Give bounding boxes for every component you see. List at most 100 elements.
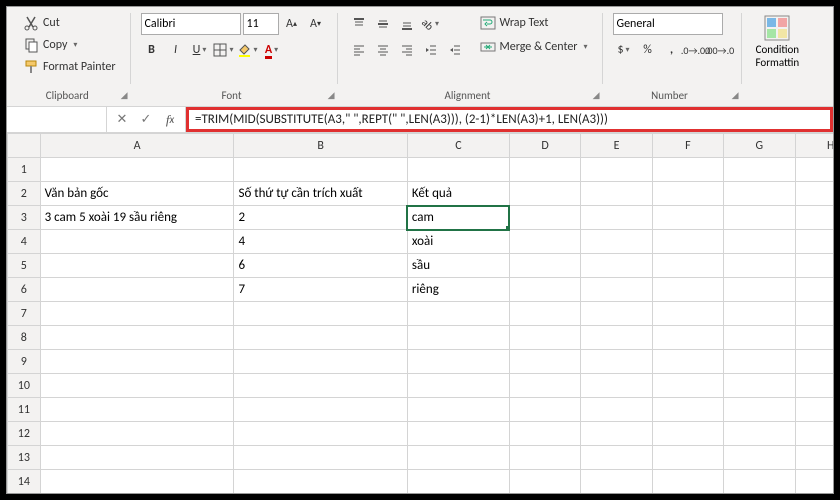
cell[interactable]: [407, 326, 509, 350]
cell[interactable]: [509, 374, 580, 398]
cell[interactable]: [234, 470, 407, 494]
cut-button[interactable]: Cut: [19, 13, 120, 33]
decrease-decimal-button[interactable]: .00→.0: [709, 39, 731, 61]
cell[interactable]: [795, 206, 833, 230]
increase-indent-button[interactable]: [444, 39, 466, 61]
cell[interactable]: [652, 182, 723, 206]
cell[interactable]: [40, 254, 234, 278]
cell[interactable]: [234, 446, 407, 470]
cell[interactable]: Kết quả: [407, 182, 509, 206]
cell[interactable]: [652, 302, 723, 326]
borders-button[interactable]: ▾: [213, 39, 235, 61]
cell[interactable]: [40, 446, 234, 470]
column-header[interactable]: C: [407, 134, 509, 158]
cell[interactable]: [724, 422, 795, 446]
cell[interactable]: [581, 398, 652, 422]
cell[interactable]: [407, 374, 509, 398]
copy-button[interactable]: Copy▾: [19, 35, 120, 55]
cell[interactable]: cam: [407, 206, 509, 230]
cell[interactable]: [509, 182, 580, 206]
column-header[interactable]: D: [509, 134, 580, 158]
column-header[interactable]: G: [724, 134, 795, 158]
cell[interactable]: [724, 374, 795, 398]
cell[interactable]: [40, 158, 234, 182]
cell[interactable]: [407, 158, 509, 182]
column-header[interactable]: E: [581, 134, 652, 158]
cell[interactable]: [795, 398, 833, 422]
increase-font-button[interactable]: A▴: [281, 13, 303, 35]
cell[interactable]: [795, 326, 833, 350]
cell[interactable]: [724, 398, 795, 422]
cell[interactable]: Số thứ tự cần trích xuất: [234, 182, 407, 206]
row-header[interactable]: 10: [8, 374, 41, 398]
font-size-select[interactable]: [243, 13, 279, 35]
cell[interactable]: [795, 230, 833, 254]
select-all-corner[interactable]: [8, 134, 41, 158]
cell[interactable]: [509, 326, 580, 350]
cell[interactable]: [724, 326, 795, 350]
percent-button[interactable]: %: [637, 39, 659, 61]
decrease-font-button[interactable]: A▾: [305, 13, 327, 35]
row-header[interactable]: 4: [8, 230, 41, 254]
cell[interactable]: [234, 350, 407, 374]
align-right-button[interactable]: [396, 39, 418, 61]
cell[interactable]: [407, 470, 509, 494]
cell[interactable]: [581, 374, 652, 398]
cell[interactable]: [652, 422, 723, 446]
row-header[interactable]: 14: [8, 470, 41, 494]
wrap-text-button[interactable]: Wrap Text: [476, 13, 592, 33]
cell[interactable]: [234, 422, 407, 446]
cell[interactable]: [652, 446, 723, 470]
align-center-button[interactable]: [372, 39, 394, 61]
cell[interactable]: Văn bản gốc: [40, 182, 234, 206]
row-header[interactable]: 11: [8, 398, 41, 422]
cell[interactable]: [581, 422, 652, 446]
format-painter-button[interactable]: Format Painter: [19, 57, 120, 77]
comma-button[interactable]: ,: [661, 39, 683, 61]
row-header[interactable]: 9: [8, 350, 41, 374]
align-top-button[interactable]: [348, 13, 370, 35]
cell[interactable]: [581, 278, 652, 302]
cell[interactable]: [652, 254, 723, 278]
cell[interactable]: [40, 326, 234, 350]
cell[interactable]: [795, 446, 833, 470]
cell[interactable]: [509, 350, 580, 374]
cell[interactable]: [509, 470, 580, 494]
cell[interactable]: [40, 398, 234, 422]
cell[interactable]: [234, 398, 407, 422]
cell[interactable]: [652, 206, 723, 230]
cell[interactable]: [795, 302, 833, 326]
cell[interactable]: [509, 278, 580, 302]
align-left-button[interactable]: [348, 39, 370, 61]
cell[interactable]: [795, 470, 833, 494]
cell[interactable]: [509, 206, 580, 230]
cell[interactable]: [724, 182, 795, 206]
row-header[interactable]: 7: [8, 302, 41, 326]
cell[interactable]: [509, 422, 580, 446]
cell[interactable]: [652, 326, 723, 350]
cell[interactable]: 4: [234, 230, 407, 254]
cell[interactable]: [795, 254, 833, 278]
conditional-formatting-button[interactable]: Condition Formattin: [752, 13, 804, 69]
cell[interactable]: [581, 230, 652, 254]
cell[interactable]: [795, 278, 833, 302]
cell[interactable]: [581, 326, 652, 350]
formula-input[interactable]: =TRIM(MID(SUBSTITUTE(A3," ",REPT(" ",LEN…: [186, 107, 833, 132]
number-dialog-launcher[interactable]: ◢: [732, 90, 739, 101]
cell[interactable]: [724, 158, 795, 182]
cell[interactable]: [652, 230, 723, 254]
cell[interactable]: [581, 254, 652, 278]
cell[interactable]: [581, 470, 652, 494]
cell[interactable]: [724, 254, 795, 278]
cell[interactable]: [724, 278, 795, 302]
cell[interactable]: [407, 302, 509, 326]
cell[interactable]: [509, 254, 580, 278]
cell[interactable]: [509, 230, 580, 254]
cell[interactable]: [234, 158, 407, 182]
cell[interactable]: [581, 302, 652, 326]
italic-button[interactable]: I: [165, 39, 187, 61]
cell[interactable]: [581, 158, 652, 182]
cell[interactable]: [40, 470, 234, 494]
font-name-select[interactable]: [141, 13, 241, 35]
cell[interactable]: [407, 422, 509, 446]
